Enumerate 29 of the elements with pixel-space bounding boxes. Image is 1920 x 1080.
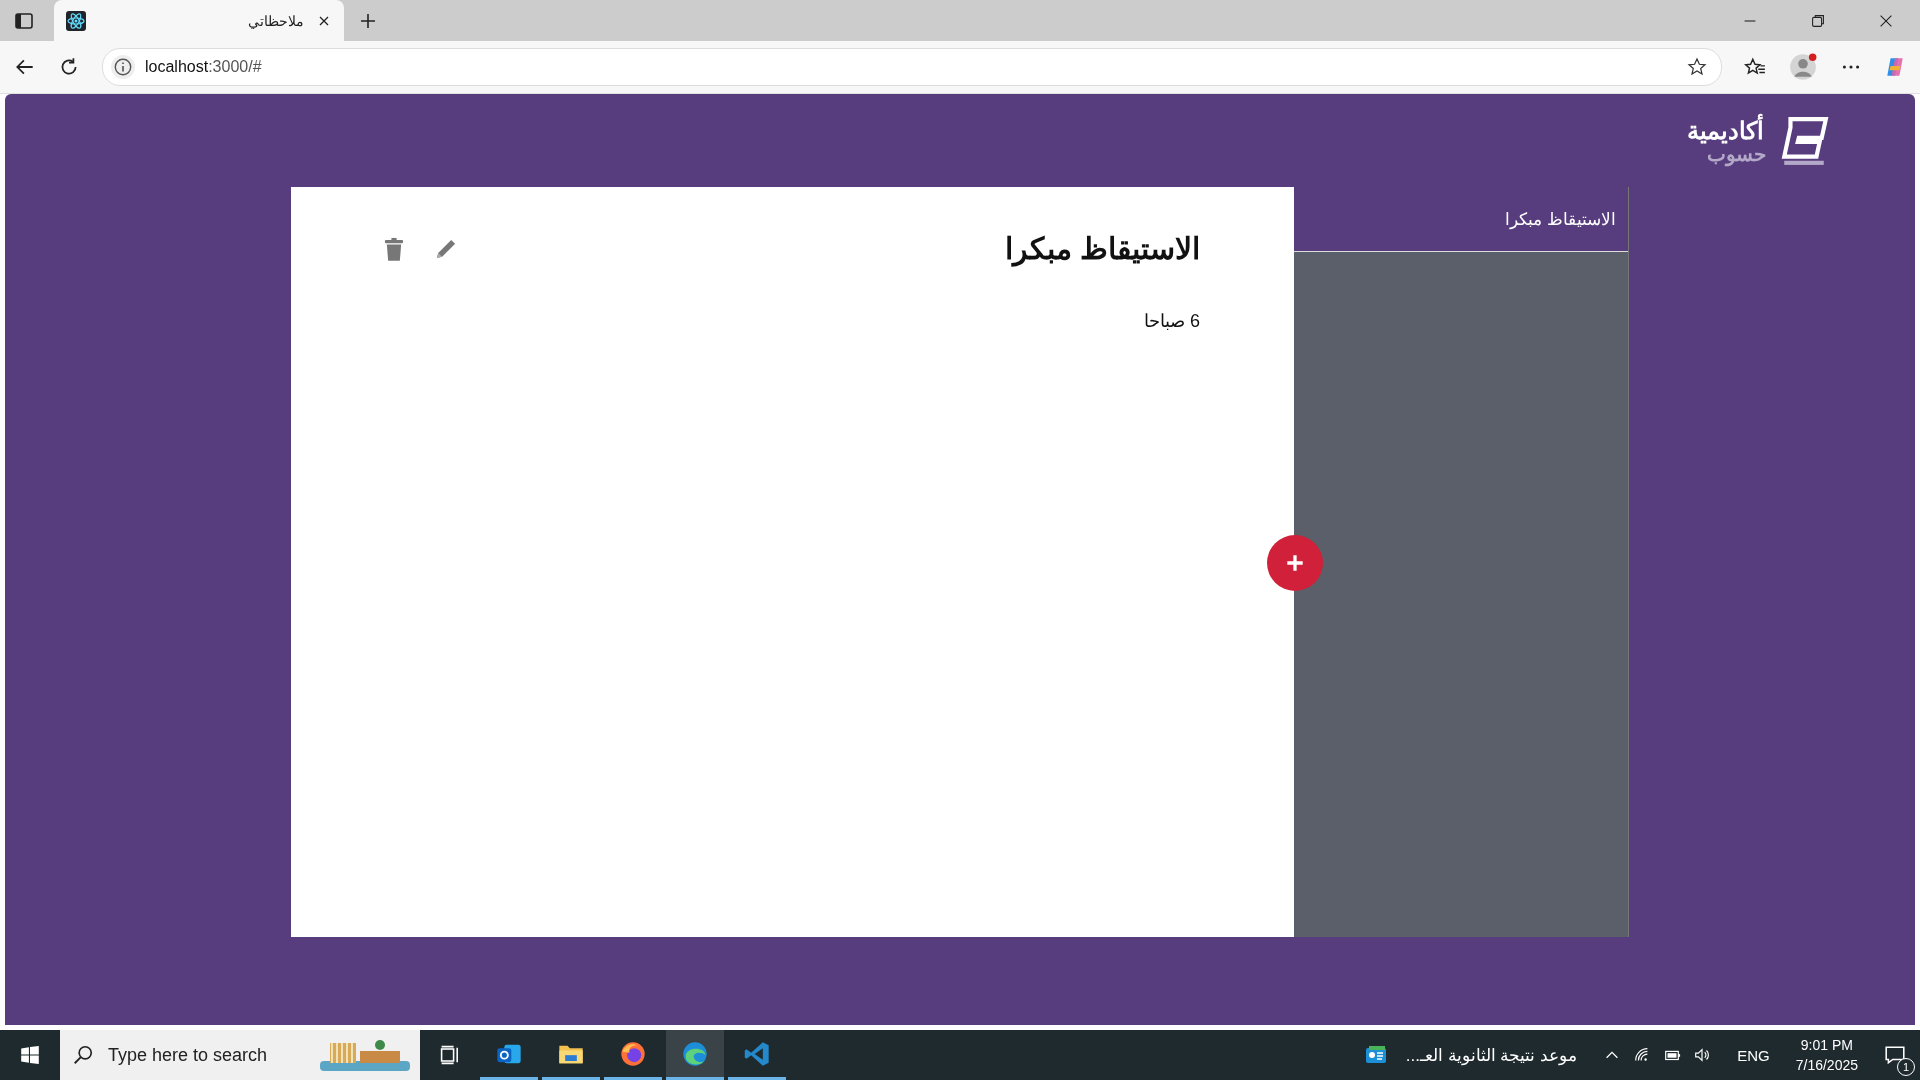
clock-date: 7/16/2025 [1795,1056,1858,1075]
clock-time: 9:01 PM [1800,1036,1853,1055]
search-field[interactable]: Type here to search [106,1043,308,1067]
browser-tab[interactable]: ملاحظاتي [54,0,344,41]
atom-icon [66,10,86,31]
note-title: الاستيقاظ مبكرا [1004,231,1200,266]
note-list-item[interactable]: الاستيقاظ مبكرا [1294,187,1628,252]
copilot-icon[interactable] [1884,56,1906,78]
search-icon [72,1044,94,1066]
info-icon [111,55,135,79]
sidebar-toggle-icon[interactable] [14,10,34,31]
clock[interactable]: 9:01 PM 7/16/2025 [1795,1035,1858,1075]
news-headline[interactable]: موعد نتيجة الثانوية العـ... [1405,1044,1578,1066]
note-body: 6 صباحا [1142,310,1200,332]
tab-title: ملاحظاتي [247,12,305,29]
speaker-icon[interactable] [1693,1046,1712,1064]
notification-count: 1 [1897,1058,1915,1076]
star-icon[interactable] [1687,57,1707,77]
notification-button[interactable]: 1 [1870,1030,1920,1080]
fox-globe-icon [619,1039,647,1068]
chat-icon [1884,1044,1906,1066]
taskbar-app[interactable] [666,1030,724,1080]
url-text: localhost:3000/# [145,58,262,76]
taskbar-search-bar[interactable]: Type here to search [60,1030,420,1080]
wave-globe-icon [681,1039,709,1068]
language-indicator[interactable]: ENG [1737,1046,1770,1064]
plus-icon [1284,552,1306,574]
profile-icon[interactable] [1788,52,1818,82]
address-field[interactable]: localhost:3000/# [102,48,1722,86]
